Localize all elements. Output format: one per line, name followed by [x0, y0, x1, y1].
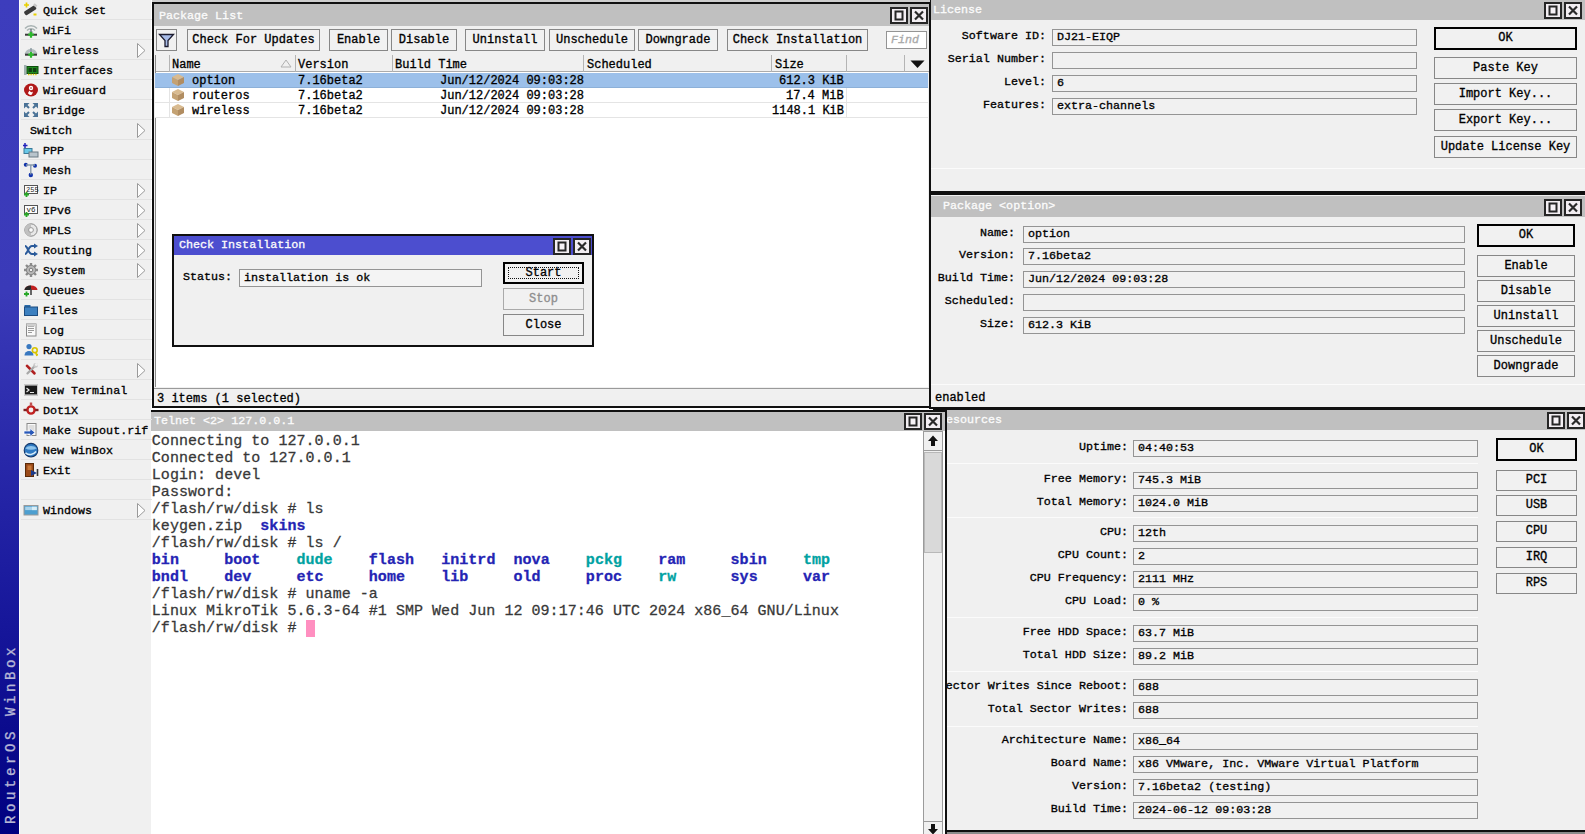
- svg-text:255: 255: [26, 186, 39, 194]
- svg-text:v6: v6: [26, 206, 36, 214]
